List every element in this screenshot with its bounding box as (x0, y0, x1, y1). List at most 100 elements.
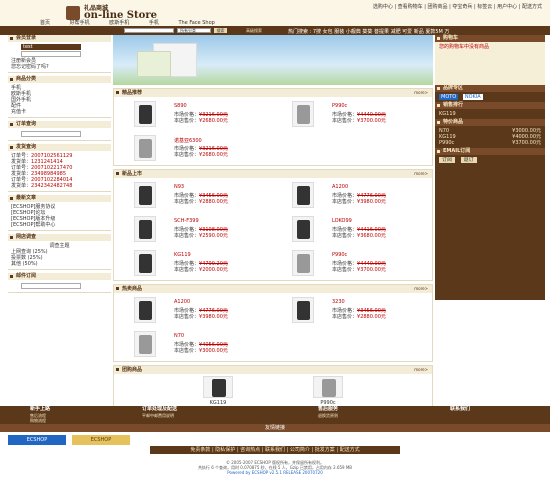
vote-option[interactable]: 其他 (50%) (11, 261, 108, 267)
right-sidebar: 品牌专区 MOTO NOKIA 销售排行 KG119 特价商品 N70 ¥3000… (435, 85, 545, 300)
shop-price: 本店售价：¥2590.00元 (174, 233, 228, 239)
phone-icon (139, 301, 152, 320)
product-image[interactable] (292, 216, 314, 242)
forgot-link[interactable]: 您忘记密码了吗? (11, 64, 108, 70)
product-grid: A1200 市场价格：¥4776.00元 本店售价：¥3980.00元 3230 市场价… (114, 293, 432, 361)
email-input[interactable] (21, 283, 81, 289)
phone-icon (139, 335, 152, 354)
more-link[interactable]: more> (414, 170, 428, 178)
news-item[interactable]: [ECSHOP]帮助中心 (11, 222, 108, 228)
login-box: 会员登录 test 注册新会员 您忘记密码了吗? (8, 35, 111, 73)
product-name[interactable]: KG119 (174, 252, 191, 258)
product-image[interactable] (292, 182, 314, 208)
phone-icon (297, 105, 310, 124)
product-card[interactable]: KG119 市场价格：¥4799.20元 本店售价：¥2000.00元 (114, 246, 272, 280)
shop-price: 本店售价：¥3700.00元 (332, 118, 386, 124)
product-card[interactable]: P990c 市场价格：¥4440.00元 本店售价：¥3700.00元 (272, 97, 430, 131)
phone-icon (322, 379, 336, 397)
new-section: 新品上市 more> N93 市场价格：¥3456.00元 本店售价：¥2880.00… (113, 169, 433, 281)
product-name[interactable]: SCH-F399 (174, 218, 199, 224)
product-image[interactable] (134, 331, 156, 357)
cart-title: 购物车 (435, 35, 545, 42)
product-grid: N93 市场价格：¥3456.00元 本店售价：¥2880.00元 A1200 市场价格… (114, 178, 432, 280)
search-button[interactable]: 搜索 (214, 28, 227, 33)
group-title: 团购商品 (122, 367, 143, 373)
product-name[interactable]: A1200 (332, 184, 348, 190)
footer-link[interactable]: 购物流程 (30, 418, 50, 423)
product-card[interactable]: SCH-F399 市场价格：¥3108.00元 本店售价：¥2590.00元 (114, 212, 272, 246)
more-link[interactable]: more> (414, 366, 428, 374)
password-field[interactable] (21, 51, 81, 57)
banner-image[interactable] (113, 35, 433, 85)
product-name[interactable]: N70 (174, 333, 184, 339)
phone-icon (297, 254, 310, 273)
product-image[interactable] (134, 216, 156, 242)
category-select[interactable]: 所有分类 (177, 28, 211, 33)
sale-item[interactable]: KG119 (439, 111, 541, 117)
product-image[interactable] (134, 101, 156, 127)
hot-search-links[interactable]: 热门搜索 : 7搜 女包 服装 小靓典 葵葵 菩提果 减肥 可爱 新品 夏款5M… (288, 28, 449, 35)
vote-title: 网店调查 (8, 234, 111, 241)
product-image[interactable] (292, 297, 314, 323)
product-name[interactable]: 诺基亚6300 (174, 137, 202, 144)
product-card[interactable]: N93 市场价格：¥3456.00元 本店售价：¥2880.00元 (114, 178, 272, 212)
partner-ad[interactable]: ECSHOP (8, 435, 66, 445)
product-image[interactable] (134, 135, 156, 161)
product-image[interactable] (134, 182, 156, 208)
product-card[interactable]: 诺基亚6300 市场价格：¥3216.00元 本店售价：¥2680.00元 (114, 131, 272, 165)
unsubscribe-button[interactable]: 退订 (460, 157, 477, 163)
vote-box: 网店调查 调查主题 上网查询 (25%) 投票数 (25%) 其他 (50%) (8, 234, 111, 270)
bottom-nav[interactable]: 免责条款 | 隐私保护 | 咨询热点 | 联系我们 | 公司简介 | 批发方案 … (150, 446, 400, 454)
product-name[interactable]: S890 (174, 103, 187, 109)
copyright: © 2005-2007 ECSHOP 版权所有，并保留所有权利。 共执行 6 个… (0, 460, 550, 475)
more-link[interactable]: more> (414, 89, 428, 97)
footer-link[interactable]: 平邮中邮费用说明 (142, 413, 177, 418)
top-links[interactable]: 选购中心 | 查看购物车 | 团购商品 | 夺宝奇兵 | 标签云 | 用户中心 … (373, 3, 542, 10)
product-image[interactable] (292, 250, 314, 276)
product-card[interactable]: P990c 市场价格：¥4440.00元 本店售价：¥3700.00元 (272, 246, 430, 280)
brand-item[interactable]: NOKIA (462, 94, 483, 100)
partner-ad[interactable]: ECSHOP (72, 435, 130, 445)
product-image[interactable] (292, 101, 314, 127)
category-item[interactable]: 充值卡 (11, 109, 108, 115)
product-card[interactable]: A1200 市场价格：¥4776.00元 本店售价：¥3980.00元 (114, 293, 272, 327)
phone-icon (139, 186, 152, 205)
product-name[interactable]: 3230 (332, 299, 345, 305)
product-image[interactable] (134, 250, 156, 276)
product-card[interactable]: A1200 市场价格：¥4776.00元 本店售价：¥3980.00元 (272, 178, 430, 212)
shop-price: 本店售价：¥2000.00元 (174, 267, 228, 273)
product-card[interactable]: S890 市场价格：¥3216.00元 本店售价：¥2680.00元 (114, 97, 272, 131)
product-image[interactable] (134, 297, 156, 323)
footer-col-title: 售后服务 (318, 406, 339, 412)
shop-price: 本店售价：¥3980.00元 (174, 314, 228, 320)
special-item[interactable]: P990c ¥3700.00元 (439, 140, 541, 146)
advanced-search-link[interactable]: 高级搜索 (246, 28, 262, 34)
product-name[interactable]: P990c (332, 103, 347, 109)
more-link[interactable]: more> (414, 285, 428, 293)
product-image[interactable] (313, 376, 343, 398)
search-input[interactable] (124, 28, 174, 33)
shop-price: 本店售价：¥3000.00元 (174, 348, 228, 354)
phone-icon (297, 220, 310, 239)
subscribe-button[interactable]: 订阅 (439, 157, 456, 163)
product-image[interactable] (203, 376, 233, 398)
product-card[interactable]: LOKO99 市场价格：¥4416.00元 本店售价：¥3680.00元 (272, 212, 430, 246)
invoice-title: 发货查询 (8, 144, 111, 151)
order-input[interactable] (21, 131, 81, 137)
shop-price: 本店售价：¥2880.00元 (332, 314, 386, 320)
powered-by[interactable]: Powered by ECSHOP v2.5.1 RELEASE 2007072… (0, 470, 550, 475)
product-name[interactable]: N93 (174, 184, 184, 190)
product-name[interactable]: P990c (332, 252, 347, 258)
product-name[interactable]: LOKO99 (332, 218, 352, 224)
product-card[interactable]: 3230 市场价格：¥3456.00元 本店售价：¥2880.00元 (272, 293, 430, 327)
product-card[interactable]: N70 市场价格：¥4056.00元 本店售价：¥3000.00元 (114, 327, 272, 361)
partner-ads: ECSHOP ECSHOP (8, 433, 138, 447)
email-title: 邮件订阅 (8, 273, 111, 280)
phone-icon (297, 301, 310, 320)
footer-links: 新手上路 售后流程 购物流程 订单处理及配送 平邮中邮费用说明 售后服务 退换货… (0, 406, 550, 424)
brand-item[interactable]: MOTO (439, 94, 459, 100)
footer-link[interactable]: 退换货原则 (318, 413, 338, 418)
best-section: 精品推荐 more> S890 市场价格：¥3216.00元 本店售价：¥2680.0… (113, 88, 433, 166)
special-title: 特价商品 (435, 119, 545, 126)
product-name[interactable]: A1200 (174, 299, 190, 305)
